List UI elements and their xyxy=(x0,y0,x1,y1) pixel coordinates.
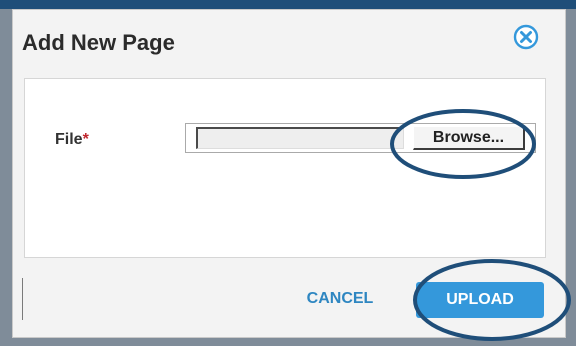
dialog-title: Add New Page xyxy=(22,30,175,55)
dialog-body: File* Browse... xyxy=(24,78,546,258)
browse-button[interactable]: Browse... xyxy=(413,126,525,150)
file-label-text: File xyxy=(55,131,83,148)
file-path-input[interactable] xyxy=(196,127,404,149)
footer-divider xyxy=(22,278,23,320)
background-header-bar xyxy=(0,0,576,9)
required-marker: * xyxy=(82,131,89,148)
close-circle-icon xyxy=(513,24,539,50)
file-field-label: File* xyxy=(55,131,89,149)
upload-button[interactable]: UPLOAD xyxy=(416,282,544,318)
background-overlay-left xyxy=(0,9,12,346)
background-overlay-bottom xyxy=(0,338,576,346)
background-overlay-right xyxy=(566,9,576,346)
close-button[interactable] xyxy=(513,24,539,50)
cancel-button[interactable]: CANCEL xyxy=(300,283,380,315)
